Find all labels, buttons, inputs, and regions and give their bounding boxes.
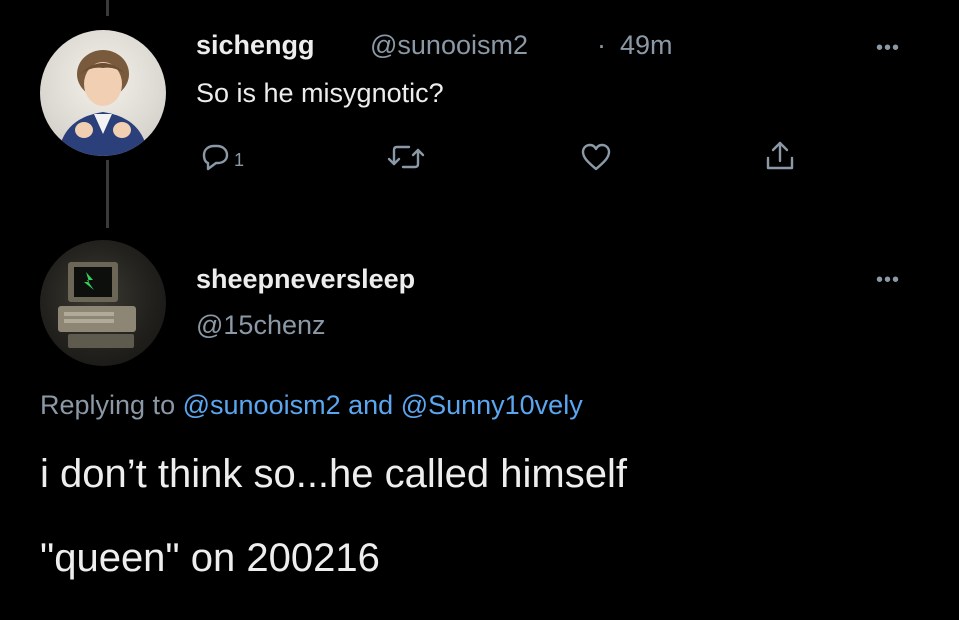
replying-and[interactable]: and xyxy=(348,390,393,420)
avatar[interactable] xyxy=(40,240,166,366)
replying-prefix: Replying to xyxy=(40,390,176,420)
display-name[interactable]: sichengg xyxy=(196,30,315,61)
thread-line-top xyxy=(106,0,109,16)
retweet-icon xyxy=(387,142,425,172)
user-handle[interactable]: @15chenz xyxy=(196,310,326,341)
more-icon[interactable]: ••• xyxy=(876,38,900,58)
replying-to-line: Replying to @sunooism2 and @Sunny10vely xyxy=(40,390,583,421)
thread-line-connector xyxy=(106,160,109,228)
mention-link[interactable]: @sunooism2 xyxy=(183,390,341,420)
avatar[interactable] xyxy=(40,30,166,156)
heart-icon xyxy=(579,141,613,173)
separator-dot: · xyxy=(597,30,606,60)
mention-link[interactable]: @Sunny10vely xyxy=(401,390,583,420)
tweet-text-line-2: "queen" on 200216 xyxy=(40,536,380,580)
like-button[interactable] xyxy=(579,141,613,173)
reply-button[interactable]: 1 xyxy=(198,141,244,173)
more-icon[interactable]: ••• xyxy=(876,270,900,290)
reply-count: 1 xyxy=(234,149,245,170)
user-handle[interactable]: @sunooism2 xyxy=(370,30,528,61)
reply-icon xyxy=(198,141,232,173)
timestamp[interactable]: 49m xyxy=(620,30,673,61)
avatar-photo-icon xyxy=(58,50,148,156)
tweet-text: So is he misygnotic? xyxy=(196,78,444,108)
tweet-text-line-1: i don’t think so...he called himself xyxy=(40,452,627,496)
share-icon xyxy=(762,138,798,174)
retweet-button[interactable] xyxy=(387,142,425,172)
display-name[interactable]: sheepneversleep xyxy=(196,264,415,295)
share-button[interactable] xyxy=(762,138,798,174)
avatar-computer-icon xyxy=(58,262,136,348)
